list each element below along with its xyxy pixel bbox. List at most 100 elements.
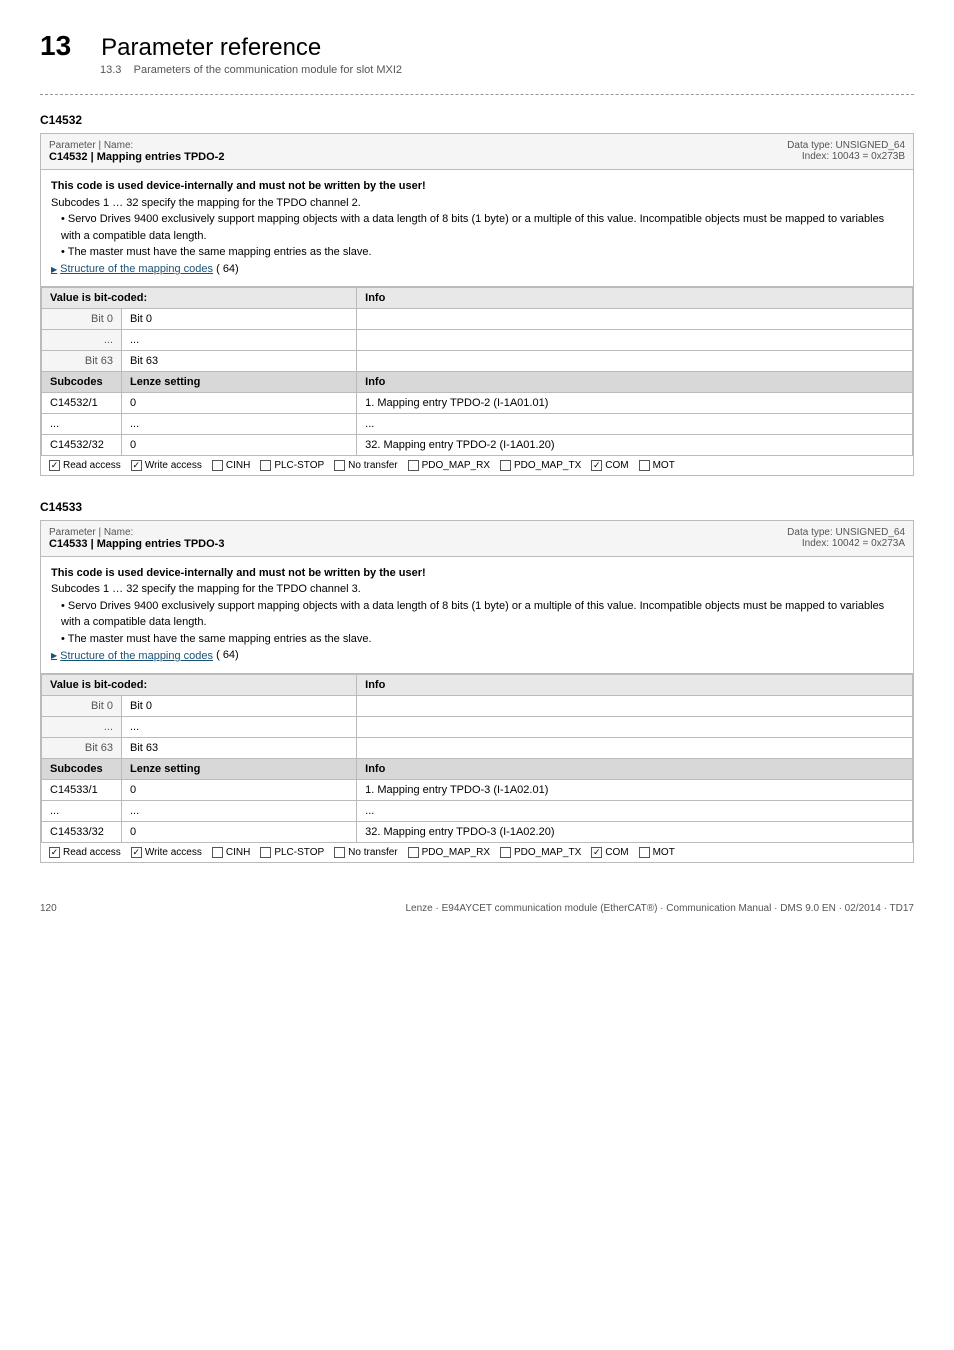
c14533-bit63-value: Bit 63 xyxy=(122,737,357,758)
table-row: C14532/32 0 32. Mapping entry TPDO-2 (I-… xyxy=(42,434,913,455)
c14533-sub32-code: C14533/32 xyxy=(42,821,122,842)
c14533-plc-stop: PLC-STOP xyxy=(260,847,324,858)
c14533-label: C14533 xyxy=(40,500,914,514)
c14532-read-access: Read access xyxy=(49,460,121,471)
table-row: C14533/32 0 32. Mapping entry TPDO-3 (I-… xyxy=(42,821,913,842)
c14533-sub1-lenze: 0 xyxy=(122,779,357,800)
c14533-ellipsis-value: ... xyxy=(122,716,357,737)
c14533-bit0-label: Bit 0 xyxy=(42,695,122,716)
c14532-plcstop-checkbox xyxy=(260,460,271,471)
c14532-info-th: Info xyxy=(357,371,913,392)
c14533-read-checkbox xyxy=(49,847,60,858)
header-top: 13 Parameter reference xyxy=(40,30,914,62)
c14532-bit0-info xyxy=(357,308,913,329)
c14533-sub1-info: 1. Mapping entry TPDO-3 (I-1A02.01) xyxy=(357,779,913,800)
c14533-ellipsis2-lenze: ... xyxy=(122,800,357,821)
c14532-pdo-map-tx: PDO_MAP_TX xyxy=(500,460,581,471)
c14533-cinh: CINH xyxy=(212,847,250,858)
c14533-cinh-checkbox xyxy=(212,847,223,858)
c14533-bit-header-col1: Value is bit-coded: xyxy=(42,674,357,695)
section-divider xyxy=(40,94,914,95)
c14532-sub1-lenze: 0 xyxy=(122,392,357,413)
c14532-sub1-code: C14532/1 xyxy=(42,392,122,413)
table-row: ... ... ... xyxy=(42,800,913,821)
c14533-read-access: Read access xyxy=(49,847,121,858)
page-number: 120 xyxy=(40,903,57,914)
doc-info: Lenze · E94AYCET communication module (E… xyxy=(405,903,914,914)
c14532-lenze-th: Lenze setting xyxy=(122,371,357,392)
c14533-no-transfer: No transfer xyxy=(334,847,397,858)
c14532-label: C14532 xyxy=(40,113,914,127)
c14532-mot: MOT xyxy=(639,460,675,471)
c14532-plc-stop: PLC-STOP xyxy=(260,460,324,471)
c14533-block: Parameter | Name: C14533 | Mapping entri… xyxy=(40,520,914,863)
c14532-bit-header-col1: Value is bit-coded: xyxy=(42,287,357,308)
chapter-title: Parameter reference xyxy=(101,34,321,62)
c14532-bit-table: Value is bit-coded: Info Bit 0 Bit 0 ...… xyxy=(41,287,913,456)
c14533-pdomaprx-checkbox xyxy=(408,847,419,858)
c14533-name-label: Parameter | Name: xyxy=(49,527,224,538)
c14533-footer: Read access Write access CINH PLC-STOP N… xyxy=(41,843,913,862)
c14533-ellipsis2-info: ... xyxy=(357,800,913,821)
c14533-bit0-value: Bit 0 xyxy=(122,695,357,716)
table-row: C14532/1 0 1. Mapping entry TPDO-2 (I-1A… xyxy=(42,392,913,413)
table-row: Bit 63 Bit 63 xyxy=(42,737,913,758)
c14532-ellipsis-info xyxy=(357,329,913,350)
c14533-notransfer-checkbox xyxy=(334,847,345,858)
c14533-header: Parameter | Name: C14533 | Mapping entri… xyxy=(41,521,913,557)
c14532-ellipsis2-info: ... xyxy=(357,413,913,434)
c14532-name-group: Parameter | Name: C14532 | Mapping entri… xyxy=(49,140,224,163)
c14532-datatype: Data type: UNSIGNED_64 Index: 10043 = 0x… xyxy=(787,140,905,162)
c14533-ellipsis-label: ... xyxy=(42,716,122,737)
c14532-ellipsis2-lenze: ... xyxy=(122,413,357,434)
c14532-bullets: Servo Drives 9400 exclusively support ma… xyxy=(61,211,903,261)
c14532-mapping-link[interactable]: Structure of the mapping codes xyxy=(51,261,213,278)
c14533-write-checkbox xyxy=(131,847,142,858)
c14533-bit63-label: Bit 63 xyxy=(42,737,122,758)
c14532-cinh-checkbox xyxy=(212,460,223,471)
c14533-sub32-lenze: 0 xyxy=(122,821,357,842)
c14533-name-group: Parameter | Name: C14533 | Mapping entri… xyxy=(49,527,224,550)
c14533-subcode-th: Subcodes xyxy=(42,758,122,779)
c14533-name-value: C14533 | Mapping entries TPDO-3 xyxy=(49,538,224,550)
c14532-name-value: C14532 | Mapping entries TPDO-2 xyxy=(49,151,224,163)
c14532-com-checkbox xyxy=(591,460,602,471)
c14533-bit0-info xyxy=(357,695,913,716)
page-footer: 120 Lenze · E94AYCET communication modul… xyxy=(40,903,914,914)
c14532-footer: Read access Write access CINH PLC-STOP N… xyxy=(41,456,913,475)
c14532-pdo-map-rx: PDO_MAP_RX xyxy=(408,460,490,471)
c14533-bit-header-info: Info xyxy=(357,674,913,695)
c14532-subcode-th: Subcodes xyxy=(42,371,122,392)
c14532-ellipsis2-code: ... xyxy=(42,413,122,434)
table-row: Bit 63 Bit 63 xyxy=(42,350,913,371)
c14532-pdomaptx-checkbox xyxy=(500,460,511,471)
c14533-bullets: Servo Drives 9400 exclusively support ma… xyxy=(61,598,903,648)
c14532-subcode-header: Subcodes Lenze setting Info xyxy=(42,371,913,392)
c14533-ellipsis-info xyxy=(357,716,913,737)
c14533-info-th: Info xyxy=(357,758,913,779)
c14533-bit63-info xyxy=(357,737,913,758)
c14533-ellipsis2-code: ... xyxy=(42,800,122,821)
c14533-write-access: Write access xyxy=(131,847,202,858)
c14533-mot-checkbox xyxy=(639,847,650,858)
c14533-pdo-map-rx: PDO_MAP_RX xyxy=(408,847,490,858)
c14533-lenze-th: Lenze setting xyxy=(122,758,357,779)
c14533-mot: MOT xyxy=(639,847,675,858)
c14532-ellipsis-label: ... xyxy=(42,329,122,350)
c14533-bit-table: Value is bit-coded: Info Bit 0 Bit 0 ...… xyxy=(41,674,913,843)
c14532-bit-header-info: Info xyxy=(357,287,913,308)
c14532-no-transfer: No transfer xyxy=(334,460,397,471)
c14532-sub32-lenze: 0 xyxy=(122,434,357,455)
c14532-sub32-code: C14532/32 xyxy=(42,434,122,455)
c14533-subcode-header: Subcodes Lenze setting Info xyxy=(42,758,913,779)
c14532-write-access: Write access xyxy=(131,460,202,471)
c14532-bit63-value: Bit 63 xyxy=(122,350,357,371)
c14532-sub1-info: 1. Mapping entry TPDO-2 (I-1A01.01) xyxy=(357,392,913,413)
c14532-read-checkbox xyxy=(49,460,60,471)
c14532-description: This code is used device-internally and … xyxy=(41,170,913,287)
c14533-sub1-code: C14533/1 xyxy=(42,779,122,800)
page-header: 13 Parameter reference 13.3 Parameters o… xyxy=(40,30,914,76)
c14533-mapping-link[interactable]: Structure of the mapping codes xyxy=(51,648,213,665)
c14532-notransfer-checkbox xyxy=(334,460,345,471)
c14532-header: Parameter | Name: C14532 | Mapping entri… xyxy=(41,134,913,170)
